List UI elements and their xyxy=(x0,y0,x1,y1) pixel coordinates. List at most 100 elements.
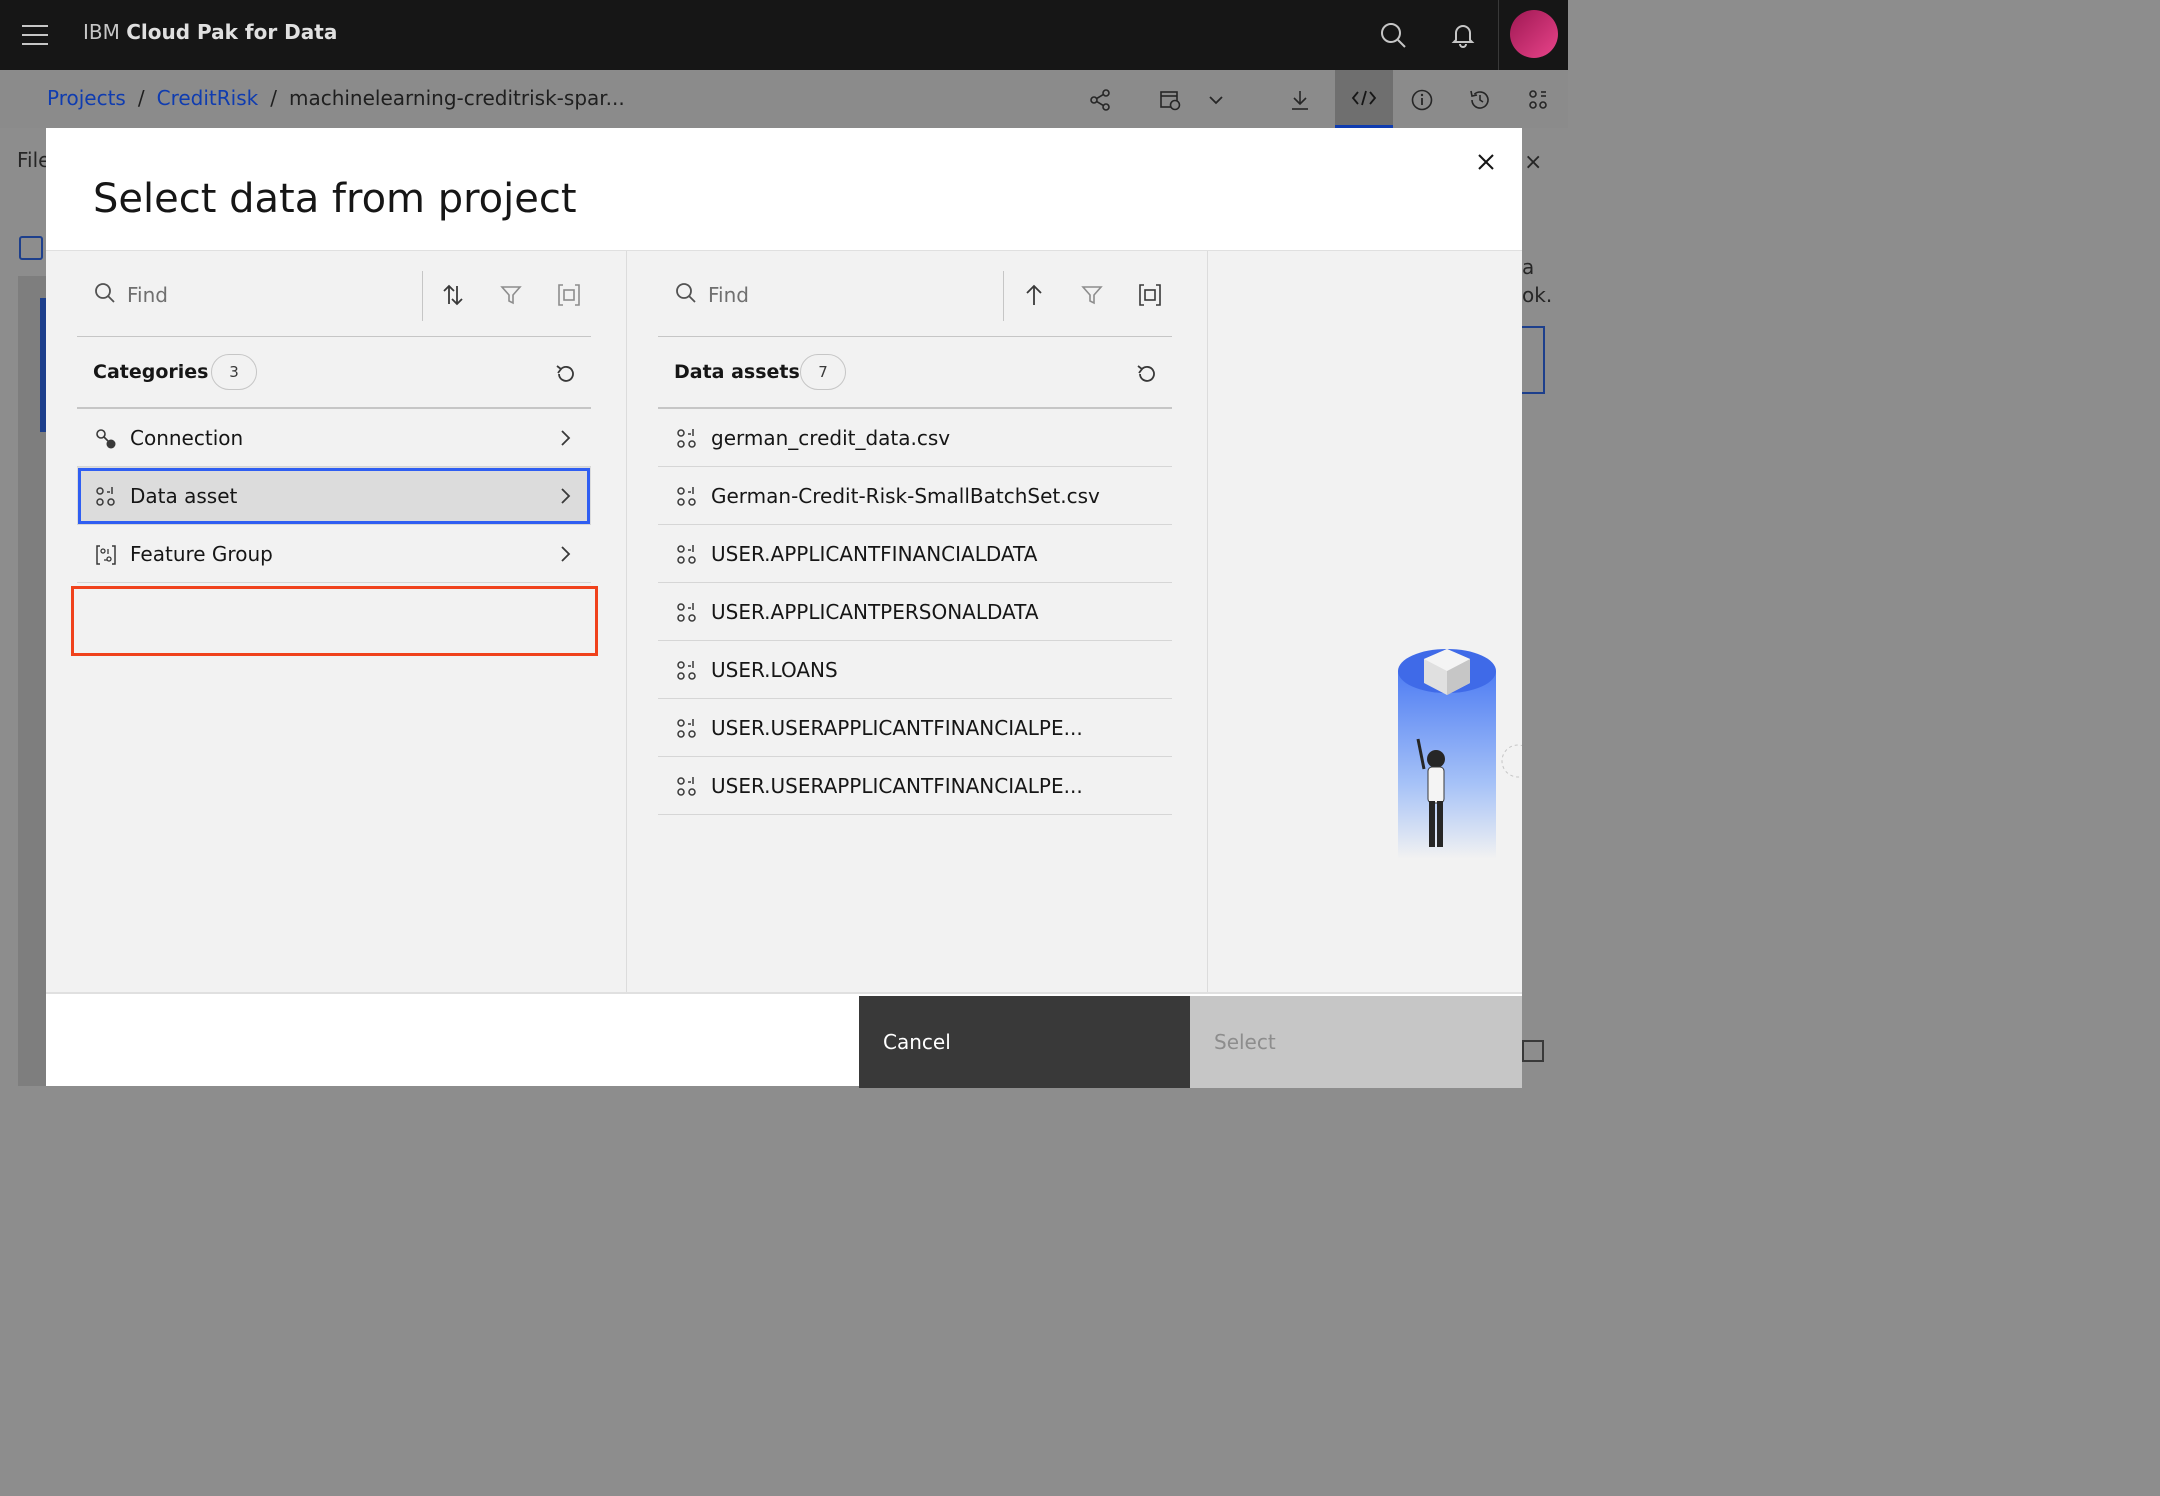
data-asset-icon xyxy=(676,544,698,566)
data-panel-icon[interactable] xyxy=(1518,80,1558,120)
data-asset-row[interactable]: USER.APPLICANTFINANCIALDATA xyxy=(658,525,1172,583)
data-asset-icon xyxy=(676,428,698,450)
data-assets-pane: Data assets 7 german_credit_data.csv Ger… xyxy=(658,251,1172,993)
category-data-asset[interactable]: Data asset xyxy=(77,467,591,525)
select-data-modal: Select data from project Find Categories… xyxy=(46,128,1535,1088)
background-side-text: a ok. xyxy=(1522,253,1552,309)
sort-icon[interactable] xyxy=(435,277,471,313)
breadcrumb-separator: / xyxy=(137,86,145,110)
data-asset-row[interactable]: USER.USERAPPLICANTFINANCIALPE... xyxy=(658,699,1172,757)
data-assets-title: Data assets xyxy=(674,361,800,383)
brand-prefix: IBM xyxy=(83,20,120,44)
data-asset-name: USER.APPLICANTPERSONALDATA xyxy=(711,600,1039,624)
categories-toolbar xyxy=(77,251,591,337)
cancel-button[interactable]: Cancel xyxy=(859,996,1190,1088)
categories-header: Categories 3 xyxy=(77,337,591,409)
search-icon xyxy=(93,281,117,309)
categories-count-badge: 3 xyxy=(211,354,257,390)
categories-pane: Categories 3 Connection xyxy=(77,251,591,993)
app-brand: IBM Cloud Pak for Data xyxy=(83,20,337,44)
data-asset-name: USER.USERAPPLICANTFINANCIALPE... xyxy=(711,774,1083,798)
connection-icon xyxy=(95,428,117,450)
categories-list: Connection Data asset Feature Group xyxy=(77,409,591,583)
modal-title: Select data from project xyxy=(93,176,577,222)
modal-footer: Cancel Select xyxy=(46,992,1522,1088)
data-assets-list: german_credit_data.csv German-Credit-Ris… xyxy=(658,409,1172,815)
chevron-right-icon xyxy=(555,544,575,568)
chevron-down-icon[interactable] xyxy=(1196,80,1236,120)
data-asset-icon xyxy=(676,486,698,508)
sort-ascending-icon[interactable] xyxy=(1016,277,1052,313)
toolbar-divider xyxy=(1003,271,1004,321)
schedule-job-icon[interactable] xyxy=(1150,80,1190,120)
background-close-icon: × xyxy=(1524,150,1543,175)
version-history-icon[interactable] xyxy=(1460,80,1500,120)
data-asset-name: USER.APPLICANTFINANCIALDATA xyxy=(711,542,1038,566)
data-assets-header: Data assets 7 xyxy=(658,337,1172,409)
breadcrumb-notebook: machinelearning-creditrisk-spar... xyxy=(288,86,625,110)
background-asset-icon xyxy=(19,236,43,260)
category-label: Feature Group xyxy=(130,542,273,566)
data-asset-name: german_credit_data.csv xyxy=(711,426,951,450)
data-assets-search-input[interactable] xyxy=(708,279,998,311)
breadcrumb-creditrisk[interactable]: CreditRisk xyxy=(157,86,259,110)
background-copy-icon xyxy=(1522,1040,1544,1062)
background-text-line: ok. xyxy=(1522,283,1553,307)
reset-icon[interactable] xyxy=(1134,361,1160,391)
modal-body: Categories 3 Connection xyxy=(46,250,1535,993)
share-icon[interactable] xyxy=(1080,80,1120,120)
breadcrumb-separator: / xyxy=(270,86,277,110)
data-asset-icon xyxy=(676,776,698,798)
data-asset-row[interactable]: German-Credit-Risk-SmallBatchSet.csv xyxy=(658,467,1172,525)
breadcrumb: Projects / CreditRisk / machinelearning-… xyxy=(47,86,625,110)
search-icon xyxy=(674,281,698,309)
brand-name: Cloud Pak for Data xyxy=(126,20,338,44)
data-asset-icon xyxy=(676,718,698,740)
menu-icon[interactable] xyxy=(22,22,48,48)
data-assets-count-badge: 7 xyxy=(800,354,846,390)
background-button-outline xyxy=(1522,326,1545,394)
chevron-right-icon xyxy=(555,486,575,510)
data-asset-row[interactable]: USER.USERAPPLICANTFINANCIALPE... xyxy=(658,757,1172,815)
data-asset-row[interactable]: USER.APPLICANTPERSONALDATA xyxy=(658,583,1172,641)
categories-title: Categories xyxy=(93,361,209,383)
data-asset-row[interactable]: USER.LOANS xyxy=(658,641,1172,699)
categories-search-input[interactable] xyxy=(127,279,417,311)
header-divider xyxy=(1498,0,1499,70)
category-label: Data asset xyxy=(130,484,238,508)
data-asset-name: USER.LOANS xyxy=(711,658,838,682)
feature-group-icon xyxy=(95,544,117,566)
data-assets-toolbar xyxy=(658,251,1172,337)
background-text-line: a xyxy=(1522,255,1535,279)
search-icon[interactable] xyxy=(1372,14,1414,56)
column-divider xyxy=(1207,251,1208,993)
column-divider xyxy=(626,251,627,993)
data-asset-name: German-Credit-Risk-SmallBatchSet.csv xyxy=(711,484,1100,508)
data-asset-icon xyxy=(95,486,117,508)
expand-icon[interactable] xyxy=(551,277,587,313)
filter-icon[interactable] xyxy=(1074,277,1110,313)
data-asset-icon xyxy=(676,660,698,682)
project-toolbar: Projects / CreditRisk / machinelearning-… xyxy=(0,70,1568,128)
preview-illustration xyxy=(1398,649,1535,859)
select-button[interactable]: Select xyxy=(1190,996,1522,1088)
category-feature-group[interactable]: Feature Group xyxy=(77,525,591,583)
category-label: Connection xyxy=(130,426,244,450)
data-asset-icon xyxy=(676,602,698,624)
info-icon[interactable] xyxy=(1402,80,1442,120)
expand-icon[interactable] xyxy=(1132,277,1168,313)
breadcrumb-projects[interactable]: Projects xyxy=(47,86,126,110)
download-icon[interactable] xyxy=(1280,80,1320,120)
user-avatar[interactable] xyxy=(1510,10,1558,58)
reset-icon[interactable] xyxy=(553,361,579,391)
toolbar-divider xyxy=(422,271,423,321)
category-connection[interactable]: Connection xyxy=(77,409,591,467)
chevron-right-icon xyxy=(555,428,575,452)
filter-icon[interactable] xyxy=(493,277,529,313)
notification-bell-icon[interactable] xyxy=(1442,14,1484,56)
data-asset-name: USER.USERAPPLICANTFINANCIALPE... xyxy=(711,716,1083,740)
data-asset-row[interactable]: german_credit_data.csv xyxy=(658,409,1172,467)
top-header: IBM Cloud Pak for Data xyxy=(0,0,1568,70)
close-icon[interactable] xyxy=(1468,144,1504,180)
code-snippets-tab[interactable] xyxy=(1335,70,1393,128)
